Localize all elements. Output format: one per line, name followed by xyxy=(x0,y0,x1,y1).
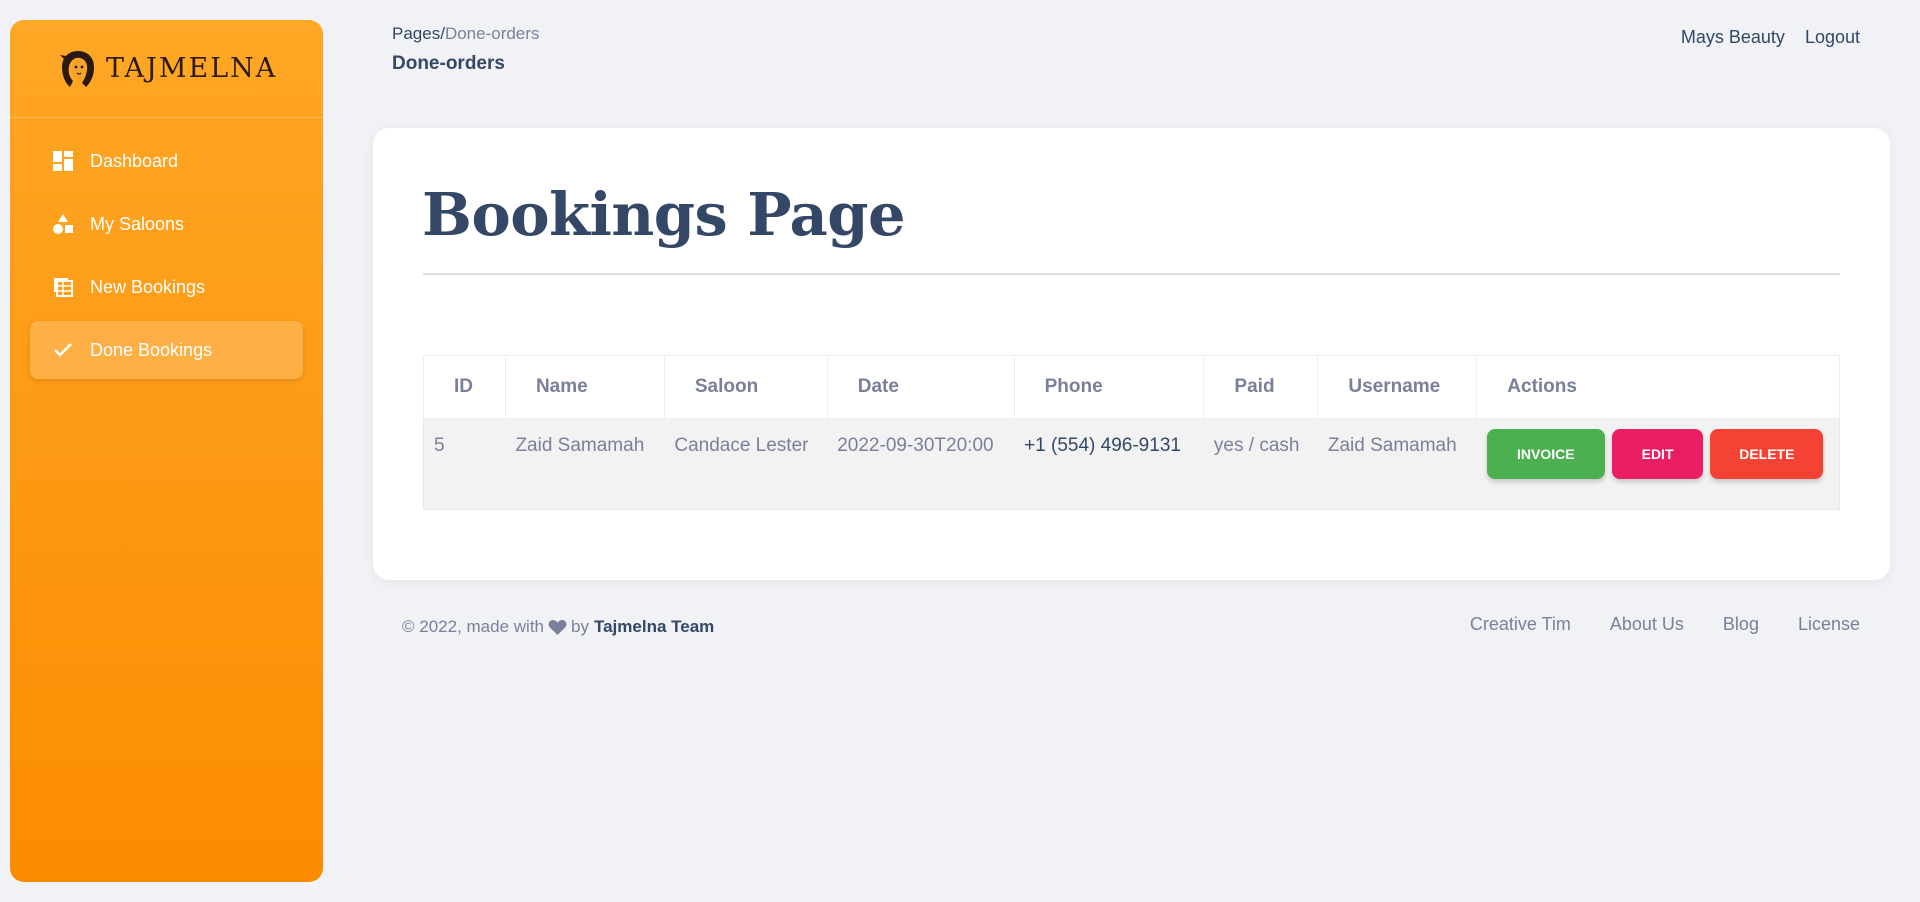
sidebar-item-my-saloons[interactable]: My Saloons xyxy=(30,195,303,253)
cell-date: 2022-09-30T20:00 xyxy=(827,418,1015,510)
breadcrumb-current: Done-orders xyxy=(444,24,540,43)
cell-actions: INVOICE EDIT DELETE xyxy=(1476,418,1840,510)
sidebar-item-label: My Saloons xyxy=(90,213,185,234)
user-menu: Mays Beauty Logout xyxy=(1681,27,1860,48)
cell-name: Zaid Samamah xyxy=(505,418,665,510)
card-title: Bookings Page xyxy=(422,180,906,249)
dashboard-icon xyxy=(52,150,74,172)
footer-link-license[interactable]: License xyxy=(1798,614,1860,635)
column-header-actions: Actions xyxy=(1476,355,1840,419)
cell-saloon: Candace Lester xyxy=(664,418,828,510)
column-header-username[interactable]: Username xyxy=(1317,355,1478,419)
heart-icon xyxy=(548,619,567,636)
column-header-saloon[interactable]: Saloon xyxy=(663,355,828,419)
brand[interactable]: TAJMELNA xyxy=(10,20,323,118)
column-header-date[interactable]: Date xyxy=(826,355,1015,419)
invoice-button[interactable]: INVOICE xyxy=(1486,429,1605,479)
footer-link-about-us[interactable]: About Us xyxy=(1610,614,1684,635)
cell-username: Zaid Samamah xyxy=(1317,418,1477,510)
cell-paid: yes / cash xyxy=(1203,418,1318,510)
check-icon xyxy=(52,339,74,361)
sidebar: TAJMELNA Dashboard My Saloons New Bookin… xyxy=(10,20,323,882)
footer-link-blog[interactable]: Blog xyxy=(1723,614,1759,635)
column-header-paid[interactable]: Paid xyxy=(1203,355,1319,419)
delete-button[interactable]: DELETE xyxy=(1710,429,1824,479)
cell-phone: +1 (554) 496-9131 xyxy=(1014,418,1204,510)
breadcrumb: Pages/Done-orders xyxy=(392,24,539,44)
sidebar-nav: Dashboard My Saloons New Bookings Done B… xyxy=(10,118,323,379)
sidebar-item-label: New Bookings xyxy=(90,276,206,297)
copyright-text: © 2022, made with xyxy=(402,617,544,636)
sidebar-item-label: Done Bookings xyxy=(90,339,213,360)
table-row: 5 Zaid Samamah Candace Lester 2022-09-30… xyxy=(423,418,1840,510)
team-link[interactable]: Tajmelna Team xyxy=(594,617,714,637)
footer-copyright: © 2022, made with by Tajmelna Team xyxy=(402,617,714,637)
column-header-name[interactable]: Name xyxy=(504,355,665,419)
user-name-link[interactable]: Mays Beauty xyxy=(1681,27,1785,48)
bookings-card: Bookings Page ID Name Saloon Date Phone … xyxy=(373,128,1890,580)
brand-name: TAJMELNA xyxy=(106,53,278,84)
divider xyxy=(423,273,1840,275)
logout-link[interactable]: Logout xyxy=(1805,27,1860,48)
column-header-id[interactable]: ID xyxy=(423,355,506,419)
footer-links: Creative Tim About Us Blog License xyxy=(1470,614,1860,635)
table-view-icon xyxy=(52,276,74,298)
breadcrumb-root[interactable]: Pages xyxy=(392,24,440,43)
sidebar-item-dashboard[interactable]: Dashboard xyxy=(30,132,303,190)
sidebar-item-new-bookings[interactable]: New Bookings xyxy=(30,258,303,316)
table-header-row: ID Name Saloon Date Phone Paid Username … xyxy=(423,355,1840,419)
by-text: by xyxy=(571,617,589,636)
shapes-icon xyxy=(52,213,74,235)
column-header-phone[interactable]: Phone xyxy=(1013,355,1205,419)
page-title: Done-orders xyxy=(392,53,505,74)
sidebar-item-done-bookings[interactable]: Done Bookings xyxy=(30,321,303,379)
sidebar-item-label: Dashboard xyxy=(90,150,179,171)
footer-link-creative-tim[interactable]: Creative Tim xyxy=(1470,614,1571,635)
edit-button[interactable]: EDIT xyxy=(1612,429,1704,479)
bookings-table: ID Name Saloon Date Phone Paid Username … xyxy=(423,355,1840,510)
woman-face-logo-icon xyxy=(60,50,94,87)
cell-id: 5 xyxy=(423,418,506,510)
